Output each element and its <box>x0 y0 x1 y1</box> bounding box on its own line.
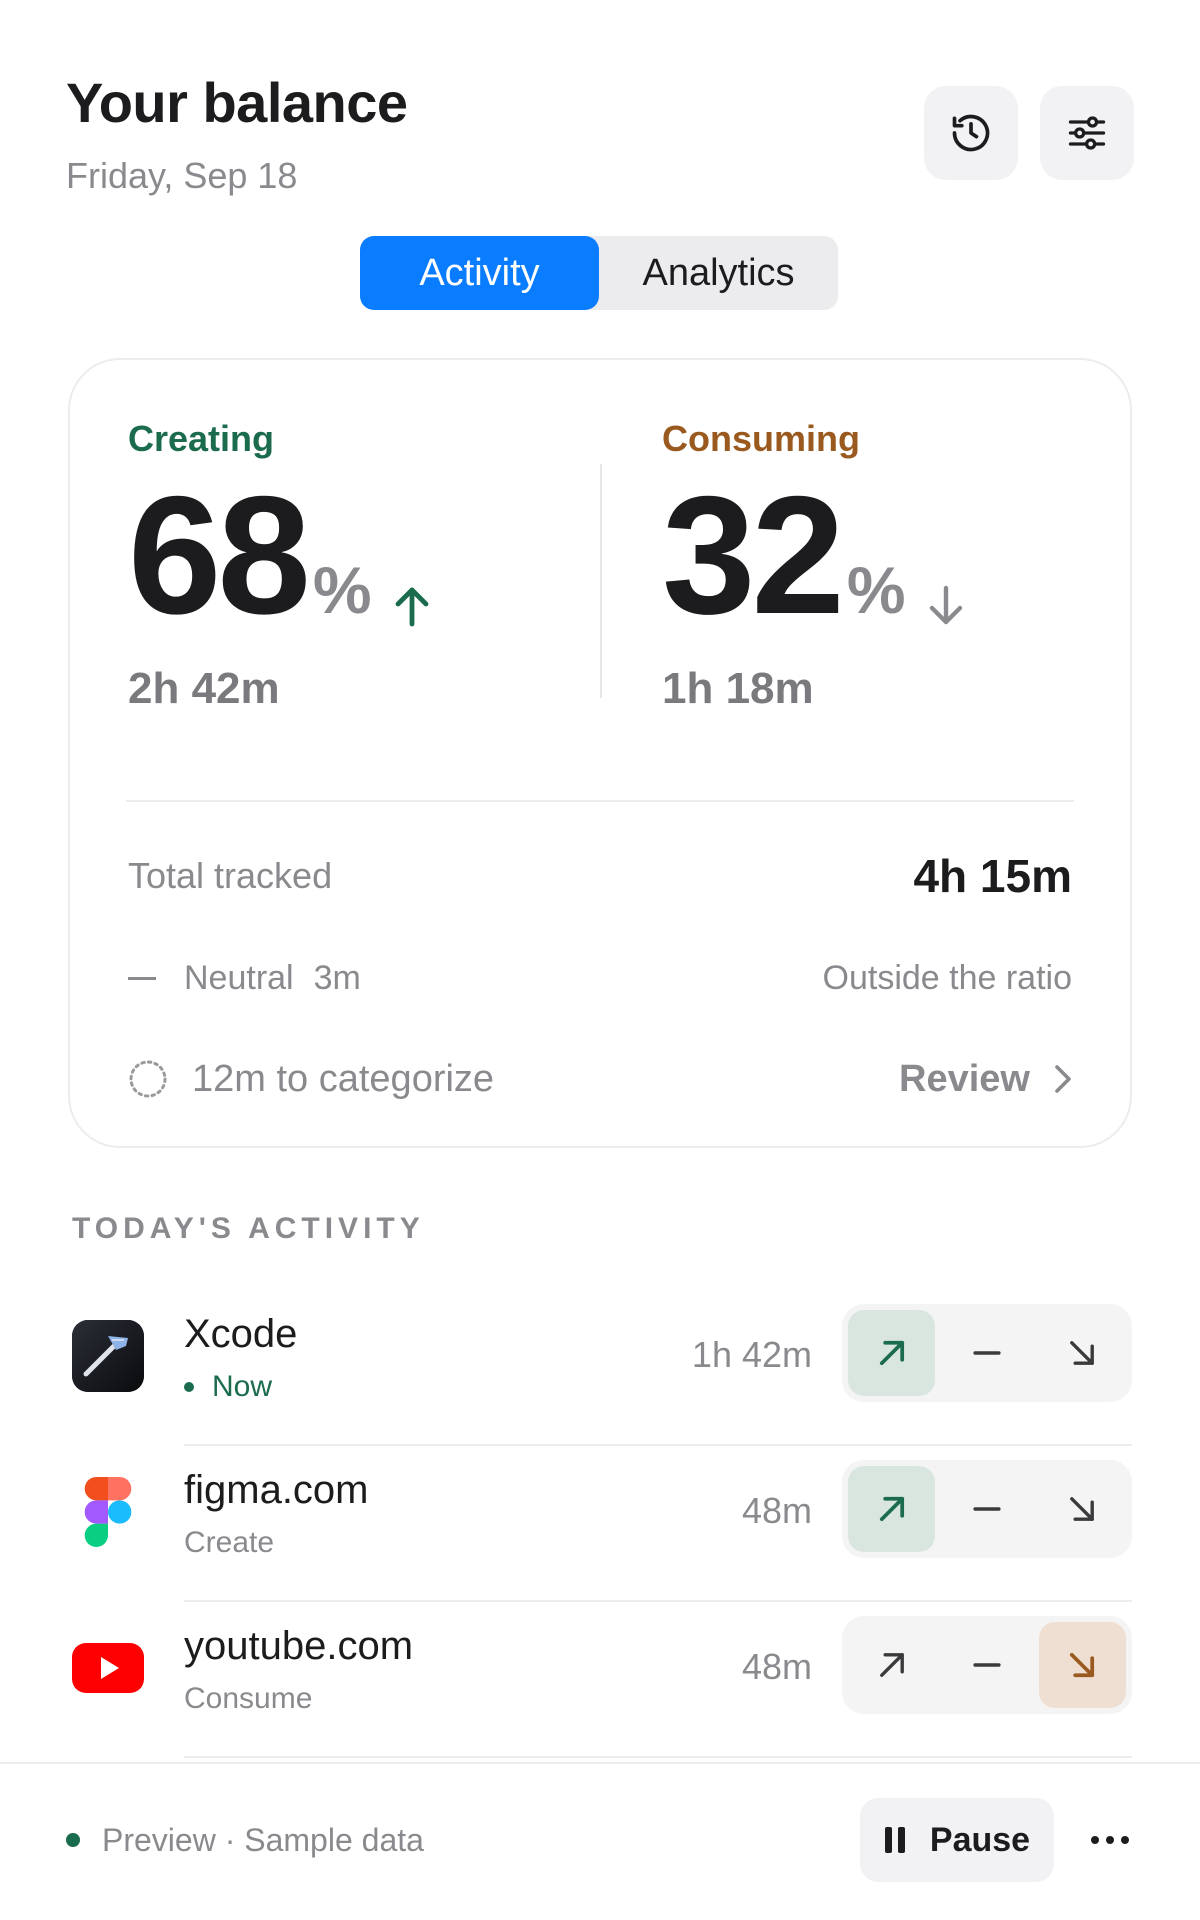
view-tabs: Activity Analytics <box>360 236 838 310</box>
arrow-down-right-icon <box>1070 1497 1095 1521</box>
total-label: Total tracked <box>128 855 333 896</box>
arrow-down-right-icon <box>1070 1652 1095 1678</box>
status-text: Preview · Sample data <box>102 1821 424 1858</box>
neutral-option[interactable] <box>943 1310 1030 1396</box>
review-label: Review <box>899 1057 1030 1100</box>
row-divider <box>184 1756 1132 1758</box>
app-time: 48m <box>741 1490 812 1531</box>
row-divider <box>184 1600 1132 1602</box>
consume-option[interactable] <box>1038 1622 1126 1708</box>
card-divider <box>126 800 1074 802</box>
neutral-label: Neutral <box>184 958 294 997</box>
create-option[interactable] <box>848 1310 936 1396</box>
xcode-icon <box>72 1320 144 1392</box>
live-dot-icon <box>184 1382 194 1392</box>
consuming-duration: 1h 18m <box>662 664 814 713</box>
consuming-percent: 32 <box>662 461 845 649</box>
neutral-option[interactable] <box>943 1466 1030 1552</box>
review-button[interactable]: Review <box>899 1058 1072 1101</box>
categorize-row: 12m to categorize Review <box>128 1044 1072 1114</box>
section-title: TODAY'S ACTIVITY <box>72 1212 425 1245</box>
dash-icon <box>128 976 156 980</box>
arrow-up-right-icon <box>879 1496 904 1522</box>
status-dot-icon <box>66 1833 80 1847</box>
neutral-option[interactable] <box>943 1622 1030 1708</box>
app-name: youtube.com <box>184 1624 414 1668</box>
list-item[interactable]: figma.com Create 48m <box>68 1456 1132 1612</box>
figma-icon <box>72 1476 144 1548</box>
creating-percent-unit: % <box>312 553 372 627</box>
minus-icon <box>973 1351 1001 1355</box>
neutral-row: Neutral 3m Outside the ratio <box>128 948 1072 1008</box>
creating-duration: 2h 42m <box>128 664 280 713</box>
arrow-down-right-icon <box>1070 1341 1095 1365</box>
creating-label: Creating <box>128 418 275 459</box>
page-title: Your balance <box>66 71 408 134</box>
consuming-label: Consuming <box>662 418 860 459</box>
total-value: 4h 15m <box>913 850 1072 902</box>
list-item[interactable]: Xcode Now 1h 42m <box>68 1300 1132 1456</box>
sliders-icon <box>1068 116 1106 150</box>
consuming-column: Consuming 32 % 1h 18m <box>662 418 966 714</box>
app-category: Create <box>184 1526 275 1559</box>
neutral-note: Outside the ratio <box>822 958 1072 997</box>
balance-card: Creating 68 % 2h 42m Consuming 32 % 1h 1… <box>68 358 1132 1148</box>
pause-icon <box>884 1827 905 1853</box>
app-status-label: Now <box>212 1370 273 1403</box>
footer-divider <box>0 1762 1200 1764</box>
pause-label: Pause <box>929 1820 1031 1859</box>
arrow-down-icon <box>929 585 962 625</box>
dotted-circle-icon <box>129 1060 167 1098</box>
minus-icon <box>973 1507 1001 1511</box>
app-name: figma.com <box>184 1468 369 1512</box>
app-time: 48m <box>741 1646 812 1687</box>
create-option[interactable] <box>848 1466 936 1552</box>
arrow-up-icon <box>395 587 428 627</box>
list-item[interactable]: youtube.com Consume 48m <box>68 1612 1132 1768</box>
pause-button[interactable]: Pause <box>860 1798 1054 1882</box>
consume-option[interactable] <box>1039 1466 1126 1552</box>
more-button[interactable] <box>1086 1816 1134 1864</box>
neutral-time: 3m <box>313 958 361 997</box>
column-divider <box>600 464 602 698</box>
app-status: Now <box>184 1370 272 1404</box>
consume-option[interactable] <box>1039 1310 1126 1396</box>
tab-activity[interactable]: Activity <box>360 236 599 310</box>
header: Your balance Friday, Sep 18 <box>66 70 408 197</box>
date-label: Friday, Sep 18 <box>66 155 298 196</box>
chevron-right-icon <box>1055 1065 1071 1093</box>
app-name: Xcode <box>184 1312 298 1356</box>
classify-control <box>842 1616 1132 1714</box>
classify-control <box>842 1460 1132 1558</box>
minus-icon <box>973 1663 1001 1667</box>
creating-column: Creating 68 % 2h 42m <box>128 418 432 714</box>
categorize-text: 12m to categorize <box>192 1057 495 1100</box>
app-category: Consume <box>184 1682 313 1715</box>
creating-percent: 68 <box>128 461 311 649</box>
more-icon <box>1091 1836 1129 1844</box>
row-divider <box>184 1444 1132 1446</box>
create-option[interactable] <box>848 1622 935 1708</box>
arrow-up-right-icon <box>879 1340 904 1366</box>
classify-control <box>842 1304 1132 1402</box>
consuming-percent-unit: % <box>846 553 906 627</box>
footer: Preview · Sample data Pause <box>66 1798 1134 1882</box>
total-row: Total tracked 4h 15m <box>128 838 1072 914</box>
app-time: 1h 42m <box>691 1334 812 1375</box>
youtube-icon <box>72 1632 144 1704</box>
filters-button[interactable] <box>1040 86 1134 180</box>
tab-analytics[interactable]: Analytics <box>599 236 838 310</box>
history-button[interactable] <box>924 86 1018 180</box>
arrow-up-right-icon <box>879 1653 904 1677</box>
history-icon <box>952 114 990 152</box>
